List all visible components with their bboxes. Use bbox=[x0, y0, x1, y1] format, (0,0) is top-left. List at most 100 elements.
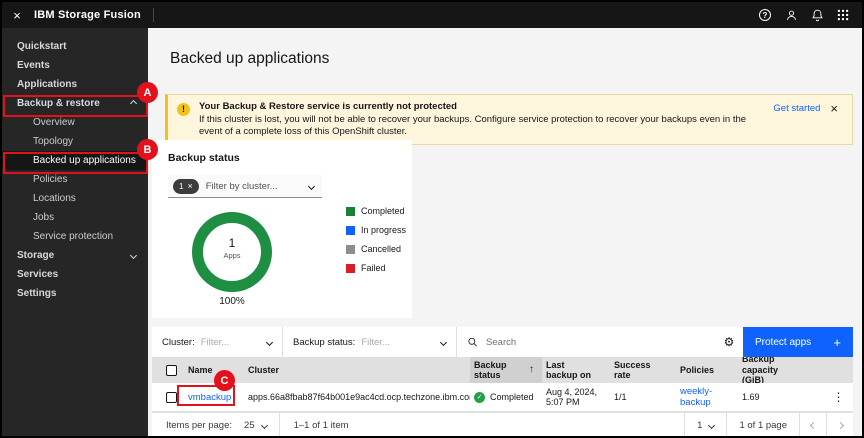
filter-count-tag[interactable]: 1 × bbox=[173, 178, 199, 194]
backup-status-card: Backup status 1 × Filter by cluster... 1… bbox=[152, 140, 412, 318]
header-cluster[interactable]: Cluster bbox=[244, 357, 470, 383]
next-page-button[interactable] bbox=[827, 413, 853, 436]
table-row: vmbackup apps.66a8fbab87f64b001e9ac4cd.o… bbox=[152, 383, 853, 412]
filter-placeholder: Filter by cluster... bbox=[205, 180, 278, 192]
header-overflow-cell bbox=[820, 357, 853, 383]
warning-body: If this cluster is lost, you will not be… bbox=[199, 114, 747, 137]
chevron-down-icon bbox=[260, 421, 268, 430]
top-bar: × IBM Storage Fusion ? bbox=[2, 2, 862, 28]
close-nav-icon[interactable]: × bbox=[2, 2, 32, 28]
legend-item-cancelled: Cancelled bbox=[346, 244, 406, 254]
chevron-down-icon bbox=[307, 182, 316, 190]
sidebar-item-services[interactable]: Services bbox=[2, 265, 148, 284]
table-settings-gear-icon[interactable]: ⚙ bbox=[715, 327, 743, 357]
sidebar-item-backed-up-applications[interactable]: Backed up applications bbox=[2, 151, 148, 170]
overflow-menu-icon[interactable]: ⋮ bbox=[833, 390, 845, 404]
sidebar-item-policies[interactable]: Policies bbox=[2, 170, 148, 189]
select-all-checkbox[interactable] bbox=[166, 364, 177, 376]
select-all-checkbox-cell bbox=[152, 357, 184, 383]
legend-swatch-in-progress bbox=[346, 225, 355, 235]
protect-apps-button[interactable]: Protect apps + bbox=[743, 327, 853, 357]
table-header-row: Name Cluster Backup status ↑ Last backup … bbox=[152, 357, 853, 383]
card-title: Backup status bbox=[168, 152, 240, 164]
search-icon bbox=[468, 337, 477, 347]
cluster-filter-dropdown[interactable]: Cluster: Filter... bbox=[152, 327, 283, 357]
main-content: Backed up applications ! Your Backup & R… bbox=[148, 28, 862, 436]
sidebar-item-backup-restore[interactable]: Backup & restore bbox=[2, 94, 148, 113]
row-capacity-cell: 1.69 bbox=[742, 392, 760, 402]
sort-ascending-icon: ↑ bbox=[529, 363, 534, 375]
legend-swatch-completed bbox=[346, 206, 355, 216]
plus-icon: + bbox=[833, 334, 841, 350]
header-last-backup-on[interactable]: Last backup on bbox=[542, 357, 610, 383]
warning-text: Your Backup & Restore service is current… bbox=[199, 101, 773, 138]
warning-icon: ! bbox=[177, 103, 190, 116]
tag-close-icon[interactable]: × bbox=[187, 181, 192, 191]
row-cluster-cell: apps.66a8fbab87f64b001e9ac4cd.ocp.techzo… bbox=[248, 392, 470, 402]
header-success-rate[interactable]: Success rate bbox=[610, 357, 676, 383]
search-box bbox=[457, 327, 715, 357]
header-name[interactable]: Name bbox=[184, 357, 244, 383]
row-checkbox[interactable] bbox=[166, 391, 177, 403]
page-title: Backed up applications bbox=[170, 50, 330, 67]
notifications-bell-icon[interactable] bbox=[804, 2, 830, 28]
sidebar-item-overview[interactable]: Overview bbox=[2, 113, 148, 132]
chevron-down-icon bbox=[439, 338, 448, 346]
search-input[interactable] bbox=[486, 336, 705, 348]
legend-swatch-failed bbox=[346, 263, 355, 273]
app-title: IBM Storage Fusion bbox=[34, 9, 141, 21]
chevron-down-icon bbox=[129, 250, 138, 261]
previous-page-button[interactable] bbox=[800, 413, 826, 436]
app-window: × IBM Storage Fusion ? Quickstart Events… bbox=[0, 0, 864, 438]
sidebar-item-quickstart[interactable]: Quickstart bbox=[2, 37, 148, 56]
table-toolbar: Cluster: Filter... Backup status: Filter… bbox=[152, 327, 853, 357]
page-number-select[interactable]: 1 bbox=[685, 413, 726, 436]
legend-item-completed: Completed bbox=[346, 206, 406, 216]
sidebar-item-events[interactable]: Events bbox=[2, 56, 148, 75]
sidebar-item-storage[interactable]: Storage bbox=[2, 246, 148, 265]
items-per-page-label: Items per page: bbox=[166, 420, 233, 431]
completed-check-icon: ✓ bbox=[474, 391, 485, 403]
row-success-rate-cell: 1/1 bbox=[614, 392, 627, 402]
items-per-page-select[interactable]: 25 bbox=[232, 413, 279, 436]
backup-status-filter-dropdown[interactable]: Backup status: Filter... bbox=[283, 327, 457, 357]
filter-by-cluster-dropdown[interactable]: 1 × Filter by cluster... bbox=[168, 175, 322, 198]
sidebar-item-settings[interactable]: Settings bbox=[2, 284, 148, 303]
row-name-cell: vmbackup bbox=[184, 383, 244, 411]
help-icon[interactable]: ? bbox=[752, 2, 778, 28]
row-backup-status-cell: ✓ Completed bbox=[470, 383, 542, 411]
sidebar-item-applications[interactable]: Applications bbox=[2, 75, 148, 94]
warning-title: Your Backup & Restore service is current… bbox=[199, 101, 457, 112]
header-policies[interactable]: Policies bbox=[676, 357, 738, 383]
chevron-down-icon bbox=[708, 421, 716, 430]
row-last-backup-cell: Aug 4, 2024, 5:07 PM bbox=[546, 387, 598, 407]
chevron-up-icon bbox=[129, 98, 138, 109]
sidebar-item-service-protection[interactable]: Service protection bbox=[2, 227, 148, 246]
app-switcher-icon[interactable] bbox=[830, 2, 856, 28]
row-overflow-cell: ⋮ bbox=[820, 383, 853, 411]
header-backup-capacity[interactable]: Backup capacity (GiB) bbox=[738, 357, 820, 383]
header-backup-status-sorted[interactable]: Backup status ↑ bbox=[470, 357, 542, 383]
sidebar-item-topology[interactable]: Topology bbox=[2, 132, 148, 151]
side-nav: Quickstart Events Applications Backup & … bbox=[2, 28, 148, 436]
get-started-link[interactable]: Get started bbox=[773, 103, 820, 138]
chevron-down-icon bbox=[265, 338, 274, 346]
sidebar-item-locations[interactable]: Locations bbox=[2, 189, 148, 208]
row-checkbox-cell bbox=[152, 383, 184, 411]
weekly-backup-policy-link[interactable]: weekly-backup bbox=[680, 386, 720, 408]
user-icon[interactable] bbox=[778, 2, 804, 28]
sidebar-item-jobs[interactable]: Jobs bbox=[2, 208, 148, 227]
page-count-text: 1 of 1 page bbox=[739, 420, 787, 431]
pagination-bar: Items per page: 25 1–1 of 1 item 1 1 of … bbox=[152, 412, 853, 436]
topbar-divider bbox=[152, 8, 154, 22]
vmbackup-link[interactable]: vmbackup bbox=[188, 392, 231, 403]
chart-legend: Completed In progress Cancelled Failed bbox=[346, 206, 406, 282]
donut-percent-label: 100% bbox=[219, 296, 245, 307]
legend-item-in-progress: In progress bbox=[346, 225, 406, 235]
items-range-text: 1–1 of 1 item bbox=[293, 420, 349, 431]
topbar-actions: ? bbox=[752, 2, 856, 28]
banner-close-icon[interactable]: × bbox=[826, 102, 842, 138]
legend-swatch-cancelled bbox=[346, 244, 355, 254]
row-policies-cell: weekly-backup bbox=[676, 383, 738, 411]
pagination-page-controls: 1 1 of 1 page bbox=[684, 413, 853, 436]
